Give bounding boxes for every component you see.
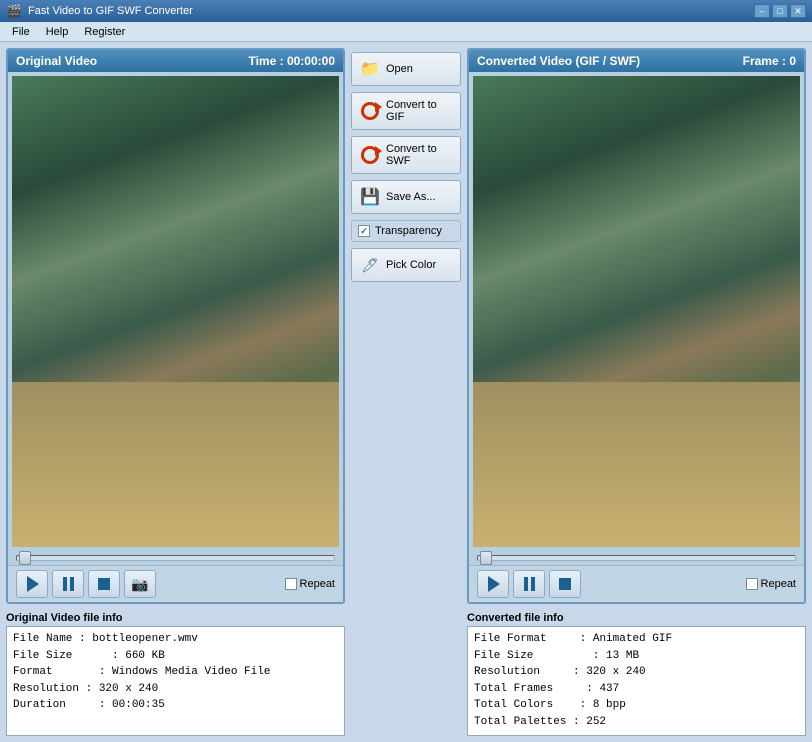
convert-gif-button[interactable]: Convert to GIF (351, 92, 461, 130)
original-repeat-label: Repeat (300, 578, 335, 590)
original-resolution-row: Resolution : 320 x 240 (13, 681, 338, 698)
title-bar: 🎬 Fast Video to GIF SWF Converter – □ ✕ (0, 0, 812, 22)
converted-size-row: File Size : 13 MB (474, 648, 799, 665)
original-seek-slider[interactable] (16, 555, 335, 561)
converted-play-button[interactable] (477, 570, 509, 598)
pick-color-label: Pick Color (386, 259, 436, 271)
original-video-panel: Original Video Time : 00:00:00 (6, 48, 345, 604)
converted-info-section: Converted file info File Format : Animat… (467, 610, 806, 736)
save-icon: 💾 (360, 187, 380, 207)
original-filename-row: File Name : bottleopener.wmv (13, 631, 338, 648)
pause-bar-r1 (524, 577, 528, 591)
menu-file[interactable]: File (4, 25, 38, 39)
original-format-row: Format : Windows Media Video File (13, 664, 338, 681)
convert-gif-icon (360, 101, 380, 121)
menu-help[interactable]: Help (38, 25, 77, 39)
pause-icon-right (524, 577, 535, 591)
original-repeat-check[interactable]: Repeat (285, 578, 335, 590)
convert-gif-label: Convert to GIF (386, 99, 452, 123)
stop-icon-right (559, 578, 571, 590)
convert-swf-button[interactable]: Convert to SWF (351, 136, 461, 174)
converted-controls: Repeat (469, 565, 804, 602)
open-label: Open (386, 63, 413, 75)
converted-palettes-row: Total Palettes : 252 (474, 714, 799, 731)
transparency-checkbox[interactable] (358, 225, 370, 237)
window-controls: – □ ✕ (754, 4, 806, 18)
converted-repeat-check[interactable]: Repeat (746, 578, 796, 590)
convert-swf-icon (360, 145, 380, 165)
original-video-thumbnail (12, 76, 339, 547)
menu-register[interactable]: Register (76, 25, 133, 39)
save-as-button[interactable]: 💾 Save As... (351, 180, 461, 214)
original-screenshot-button[interactable]: 📷 (124, 570, 156, 598)
maximize-button[interactable]: □ (772, 4, 788, 18)
play-icon (27, 576, 39, 592)
info-spacer (351, 610, 461, 736)
original-stop-button[interactable] (88, 570, 120, 598)
converted-stop-button[interactable] (549, 570, 581, 598)
close-button[interactable]: ✕ (790, 4, 806, 18)
converted-video-header: Converted Video (GIF / SWF) Frame : 0 (469, 50, 804, 72)
minimize-button[interactable]: – (754, 4, 770, 18)
converted-frames-row: Total Frames : 437 (474, 681, 799, 698)
original-info-title: Original Video file info (6, 610, 345, 626)
converted-video-title: Converted Video (GIF / SWF) (477, 54, 640, 68)
convert-swf-label: Convert to SWF (386, 143, 452, 167)
converted-info-title: Converted file info (467, 610, 806, 626)
menu-bar: File Help Register (0, 22, 812, 42)
pause-icon (63, 577, 74, 591)
original-video-time: Time : 00:00:00 (248, 54, 335, 68)
original-filesize-row: File Size : 660 KB (13, 648, 338, 665)
original-video-area[interactable] (12, 76, 339, 547)
converted-repeat-checkbox[interactable] (746, 578, 758, 590)
converted-video-frame: Frame : 0 (743, 54, 796, 68)
converted-slider-container (469, 551, 804, 565)
original-info-section: Original Video file info File Name : bot… (6, 610, 345, 736)
open-button[interactable]: 📁 Open (351, 52, 461, 86)
play-icon-right (488, 576, 500, 592)
converted-format-row: File Format : Animated GIF (474, 631, 799, 648)
camera-icon: 📷 (131, 576, 148, 593)
converted-video-thumbnail (473, 76, 800, 547)
pick-color-button[interactable]: 🖊 Pick Color (351, 248, 461, 282)
original-slider-thumb[interactable] (19, 551, 31, 565)
converted-video-inner: Repeat (469, 72, 804, 602)
transparency-label: Transparency (375, 225, 442, 237)
app-icon: 🎬 (6, 3, 22, 19)
folder-icon: 📁 (360, 59, 380, 79)
converted-file-info[interactable]: File Format : Animated GIF File Size : 1… (467, 626, 806, 736)
converted-video-area[interactable] (473, 76, 800, 547)
converted-colors-row: Total Colors : 8 bpp (474, 697, 799, 714)
middle-panel: 📁 Open Convert to GIF Convert to SWF 💾 (351, 48, 461, 604)
original-play-button[interactable] (16, 570, 48, 598)
converted-seek-slider[interactable] (477, 555, 796, 561)
original-slider-container (8, 551, 343, 565)
bottom-section: Original Video file info File Name : bot… (0, 610, 812, 742)
converted-pause-button[interactable] (513, 570, 545, 598)
converted-video-panel: Converted Video (GIF / SWF) Frame : 0 (467, 48, 806, 604)
original-video-title: Original Video (16, 54, 97, 68)
original-pause-button[interactable] (52, 570, 84, 598)
save-as-label: Save As... (386, 191, 436, 203)
app-title: Fast Video to GIF SWF Converter (28, 5, 754, 17)
converted-resolution-row: Resolution : 320 x 240 (474, 664, 799, 681)
original-video-inner: 📷 Repeat (8, 72, 343, 602)
pause-bar-1 (63, 577, 67, 591)
stop-icon (98, 578, 110, 590)
original-file-info[interactable]: File Name : bottleopener.wmv File Size :… (6, 626, 345, 736)
original-controls: 📷 Repeat (8, 565, 343, 602)
converted-repeat-label: Repeat (761, 578, 796, 590)
pause-bar-2 (70, 577, 74, 591)
main-content: Original Video Time : 00:00:00 (0, 42, 812, 610)
eyedropper-icon: 🖊 (360, 255, 380, 275)
pause-bar-r2 (531, 577, 535, 591)
transparency-section: Transparency (351, 220, 461, 242)
original-duration-row: Duration : 00:00:35 (13, 697, 338, 714)
original-repeat-checkbox[interactable] (285, 578, 297, 590)
converted-slider-thumb[interactable] (480, 551, 492, 565)
original-video-header: Original Video Time : 00:00:00 (8, 50, 343, 72)
